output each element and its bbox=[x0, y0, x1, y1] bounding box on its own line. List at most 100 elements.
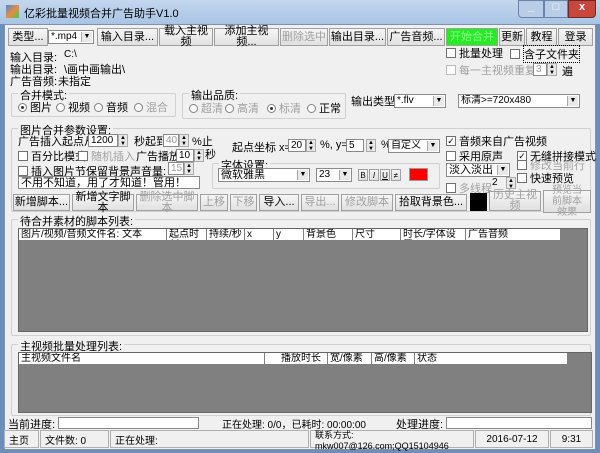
radio-image[interactable]: 图片 bbox=[18, 99, 52, 115]
update-button[interactable]: 更新 bbox=[499, 28, 525, 46]
input-dir-value: C:\ bbox=[64, 49, 77, 60]
login-button[interactable]: 登录 bbox=[558, 28, 593, 46]
use-original-checkbox[interactable]: 采用原声 bbox=[446, 148, 503, 164]
volume-input[interactable]: 15 bbox=[168, 162, 184, 175]
random-insert-checkbox[interactable]: 随机插入 bbox=[78, 148, 135, 164]
column-header[interactable]: 主视频文件名 bbox=[19, 353, 265, 365]
column-header[interactable]: 尺寸 bbox=[353, 229, 401, 241]
add-script-button[interactable]: 新增脚本... bbox=[13, 194, 70, 211]
x-input[interactable]: 20 bbox=[288, 139, 306, 152]
bg-color-swatch[interactable] bbox=[470, 193, 487, 211]
play-input[interactable]: 10 bbox=[176, 149, 194, 162]
column-header[interactable]: 起点时刻 bbox=[167, 229, 207, 241]
window-title: 亿彩批量视频合并广告助手V1.0 bbox=[24, 8, 179, 20]
radio-video[interactable]: 视频 bbox=[56, 99, 90, 115]
ad-audio-button[interactable]: 广告音频... bbox=[387, 28, 445, 46]
start-input[interactable]: 1200 bbox=[88, 134, 118, 147]
font-color-swatch[interactable] bbox=[409, 168, 428, 181]
chevron-down-icon: ▼ bbox=[427, 141, 438, 151]
chevron-down-icon: ▼ bbox=[567, 96, 578, 106]
column-header[interactable]: 背景色 bbox=[304, 229, 353, 241]
output-type-label: 输出类型: bbox=[351, 96, 399, 108]
column-header[interactable]: 时长/字体设置 bbox=[401, 229, 466, 241]
x-spinner[interactable]: ▲ ▼ bbox=[306, 139, 316, 152]
radio-high[interactable]: 高清 bbox=[225, 100, 259, 116]
input-dir-button[interactable]: 输入目录... bbox=[97, 28, 158, 46]
move-up-button[interactable]: 上移 bbox=[200, 194, 228, 211]
percent-mode-checkbox[interactable]: 百分比模式 bbox=[18, 148, 86, 164]
subfolders-checkbox[interactable]: 含子文件夹 bbox=[510, 45, 580, 63]
volume-spinner[interactable]: ▲ ▼ bbox=[184, 162, 194, 175]
history-main-video-button[interactable]: 历史主视频 bbox=[489, 190, 541, 212]
play-spinner[interactable]: ▲ ▼ bbox=[194, 149, 204, 162]
batch-list[interactable]: 主视频文件名 播放时长 宽/像素 高/像素 状态 bbox=[18, 352, 592, 413]
output-format-select[interactable]: *.flv ▼ bbox=[394, 94, 446, 108]
chevron-down-icon: ▼ bbox=[339, 170, 350, 180]
radio-mixed[interactable]: 混合 bbox=[134, 99, 168, 115]
threads-spinner[interactable]: ▲ ▼ bbox=[506, 177, 516, 190]
status-file-count: 文件数: 0 bbox=[40, 430, 109, 448]
pick-bg-color-button[interactable]: 拾取背景色... bbox=[395, 194, 467, 211]
column-header[interactable]: 状态 bbox=[415, 353, 568, 365]
add-main-video-button[interactable]: 添加主视频... bbox=[214, 26, 279, 48]
load-main-video-button[interactable]: 载入主视频 bbox=[159, 26, 213, 48]
audio-from-ad-checkbox[interactable]: ✓ 音频来自广告视频 bbox=[446, 133, 547, 149]
ad-text-input[interactable]: 不用不知道，用了才知道！管用！ bbox=[18, 176, 200, 189]
modify-script-button[interactable]: 修改脚本 bbox=[341, 194, 393, 211]
radio-normal[interactable]: 正常 bbox=[307, 100, 341, 116]
radio-audio[interactable]: 音频 bbox=[94, 99, 128, 115]
script-list[interactable]: 图片/视频/音频文件名: 文本 起点时刻 持续/秒 x y 背景色 尺寸 时长/… bbox=[18, 228, 588, 332]
add-text-script-button[interactable]: 新增文字脚本 bbox=[72, 191, 134, 213]
type-button[interactable]: 类型... bbox=[8, 28, 48, 46]
status-processing: 正在处理: bbox=[110, 430, 309, 448]
column-header[interactable]: 播放时长 bbox=[265, 353, 328, 365]
italic-button[interactable]: I bbox=[369, 169, 379, 181]
bold-button[interactable]: B bbox=[358, 169, 368, 181]
column-header[interactable]: y bbox=[274, 229, 304, 241]
repeat-checkbox[interactable]: 每一主视频重复做 bbox=[446, 62, 547, 78]
y-spinner[interactable]: ▲ ▼ bbox=[366, 139, 376, 152]
export-button[interactable]: 导出... bbox=[301, 194, 339, 211]
start-spinner[interactable]: ▲ ▼ bbox=[118, 134, 128, 147]
threads-value: 2 bbox=[492, 177, 498, 188]
radio-standard[interactable]: 标清 bbox=[267, 100, 301, 116]
effect-select[interactable]: 淡入淡出 ▼ bbox=[446, 163, 510, 177]
to-input[interactable]: 40 bbox=[163, 134, 179, 147]
minimize-button[interactable]: _ bbox=[518, 0, 544, 18]
column-header[interactable]: 高/像素 bbox=[372, 353, 415, 365]
status-time: 9:31 bbox=[550, 430, 593, 448]
delete-selected-button[interactable]: 删除选中 bbox=[280, 28, 328, 46]
batch-checkbox[interactable]: 批量处理 bbox=[446, 45, 503, 61]
preview-script-button[interactable]: 预览当前脚本效果 bbox=[543, 185, 591, 218]
radio-ultra[interactable]: 超清 bbox=[189, 100, 223, 116]
column-header[interactable]: x bbox=[245, 229, 274, 241]
to-spinner[interactable]: ▲ ▼ bbox=[179, 134, 189, 147]
font-family-select[interactable]: 微软雅黑 ▼ bbox=[218, 168, 310, 182]
column-header[interactable]: 广告音频 bbox=[466, 229, 561, 241]
repeat-spinner[interactable]: ▲ ▼ bbox=[547, 63, 557, 76]
move-down-button[interactable]: 下移 bbox=[230, 194, 257, 211]
quality-group: 输出品质: 超清 高清 标清 正常 bbox=[182, 87, 346, 119]
position-select[interactable]: 自定义 ▼ bbox=[388, 139, 440, 153]
repeat-input[interactable]: 3 bbox=[533, 63, 547, 76]
repeat-unit: 遍 bbox=[562, 66, 573, 78]
column-header[interactable]: 图片/视频/音频文件名: 文本 bbox=[19, 229, 167, 241]
resolution-select[interactable]: 标清>=720x480 ▼ bbox=[458, 94, 580, 108]
underline-button[interactable]: U bbox=[380, 169, 390, 181]
font-size-select[interactable]: 23 ▼ bbox=[316, 168, 352, 182]
tutorial-button[interactable]: 教程 bbox=[526, 28, 557, 46]
output-dir-button[interactable]: 输出目录... bbox=[329, 28, 386, 46]
start-merge-button[interactable]: 开始合并 bbox=[446, 28, 498, 46]
chevron-down-icon: ▼ bbox=[81, 32, 92, 42]
maximize-button[interactable]: □ bbox=[544, 0, 568, 18]
import-button[interactable]: 导入... bbox=[259, 194, 299, 211]
column-header[interactable]: 宽/像素 bbox=[328, 353, 372, 365]
column-header[interactable]: 持续/秒 bbox=[207, 229, 245, 241]
y-input[interactable]: 5 bbox=[346, 139, 364, 152]
quick-preview-checkbox[interactable]: 快速预览 bbox=[517, 170, 574, 186]
title-bar: 亿彩批量视频合并广告助手V1.0 _ □ x bbox=[0, 0, 600, 24]
close-button[interactable]: x bbox=[568, 0, 596, 18]
strike-button[interactable]: ≠ bbox=[391, 169, 401, 181]
delete-script-button[interactable]: 删除选中脚本 bbox=[136, 191, 198, 213]
type-select[interactable]: *.mp4 ▼ bbox=[48, 30, 94, 44]
